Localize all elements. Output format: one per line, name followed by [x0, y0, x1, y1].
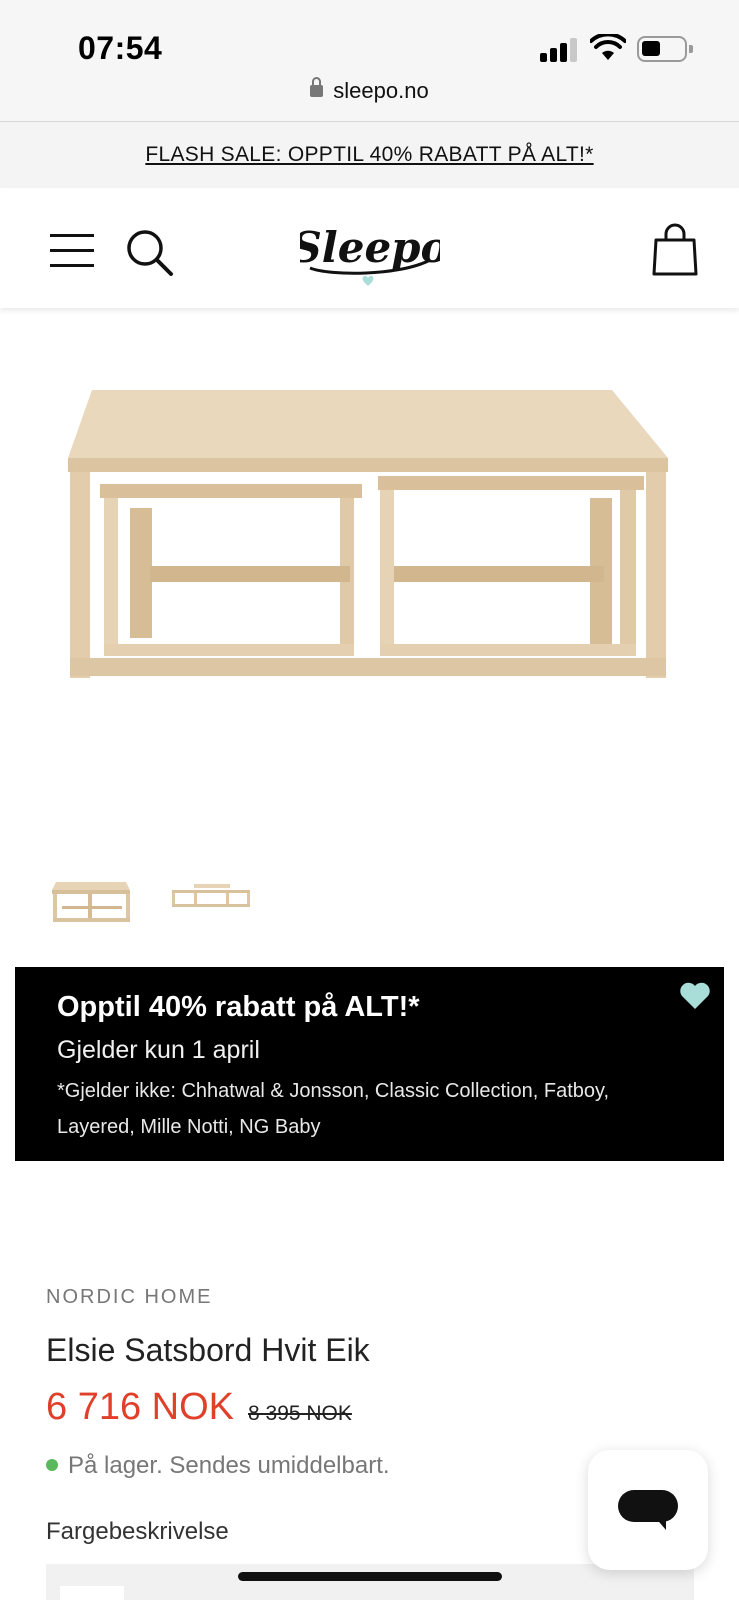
product-price: 6 716 NOK	[46, 1386, 234, 1428]
thumbnail-strip	[0, 870, 739, 930]
promo-note: *Gjelder ikke: Chhatwal & Jonsson, Class…	[57, 1080, 610, 1138]
product-old-price: 8 395 NOK	[248, 1402, 352, 1425]
address-bar[interactable]: sleepo.no	[0, 77, 739, 104]
chat-button[interactable]	[588, 1450, 708, 1570]
thumbnail-front[interactable]	[50, 870, 132, 928]
stock-text: På lager. Sendes umiddelbart.	[68, 1452, 390, 1479]
product-brand[interactable]: NORDIC HOME	[46, 1286, 212, 1309]
cellular-signal-icon	[540, 36, 578, 62]
flash-sale-link[interactable]: FLASH SALE: OPPTIL 40% RABATT PÅ ALT!*	[145, 143, 593, 167]
url-text: sleepo.no	[333, 78, 429, 103]
lock-icon	[310, 77, 324, 97]
promo-headline: Opptil 40% rabatt på ALT!*	[57, 991, 420, 1023]
status-bar: 07:54 sleepo.no	[0, 0, 739, 122]
chat-tail-icon	[654, 1516, 666, 1530]
promo-subline: Gjelder kun 1 april	[57, 1036, 260, 1064]
color-description-label: Fargebeskrivelse	[46, 1518, 229, 1545]
stock-dot-icon	[46, 1459, 58, 1471]
product-image[interactable]	[0, 308, 739, 848]
stock-status: På lager. Sendes umiddelbart.	[46, 1452, 390, 1480]
product-title: Elsie Satsbord Hvit Eik	[46, 1332, 370, 1368]
flash-sale-banner: FLASH SALE: OPPTIL 40% RABATT PÅ ALT!*	[0, 122, 739, 188]
color-selector[interactable]	[46, 1564, 694, 1600]
chat-bubble-icon	[618, 1490, 678, 1522]
thumbnail-separated[interactable]	[170, 870, 252, 928]
battery-icon	[637, 36, 693, 62]
shopping-bag-icon[interactable]	[650, 222, 700, 278]
heart-icon[interactable]	[678, 981, 712, 1011]
search-icon[interactable]	[125, 228, 175, 278]
wifi-icon	[590, 34, 626, 60]
home-indicator[interactable]	[238, 1572, 502, 1581]
menu-icon[interactable]	[50, 234, 94, 268]
site-header: Sleepo	[0, 188, 739, 308]
promo-banner: Opptil 40% rabatt på ALT!* Gjelder kun 1…	[15, 967, 724, 1161]
color-swatch[interactable]	[60, 1586, 124, 1600]
status-time: 07:54	[78, 30, 163, 66]
sleepo-logo[interactable]: Sleepo	[300, 210, 440, 290]
